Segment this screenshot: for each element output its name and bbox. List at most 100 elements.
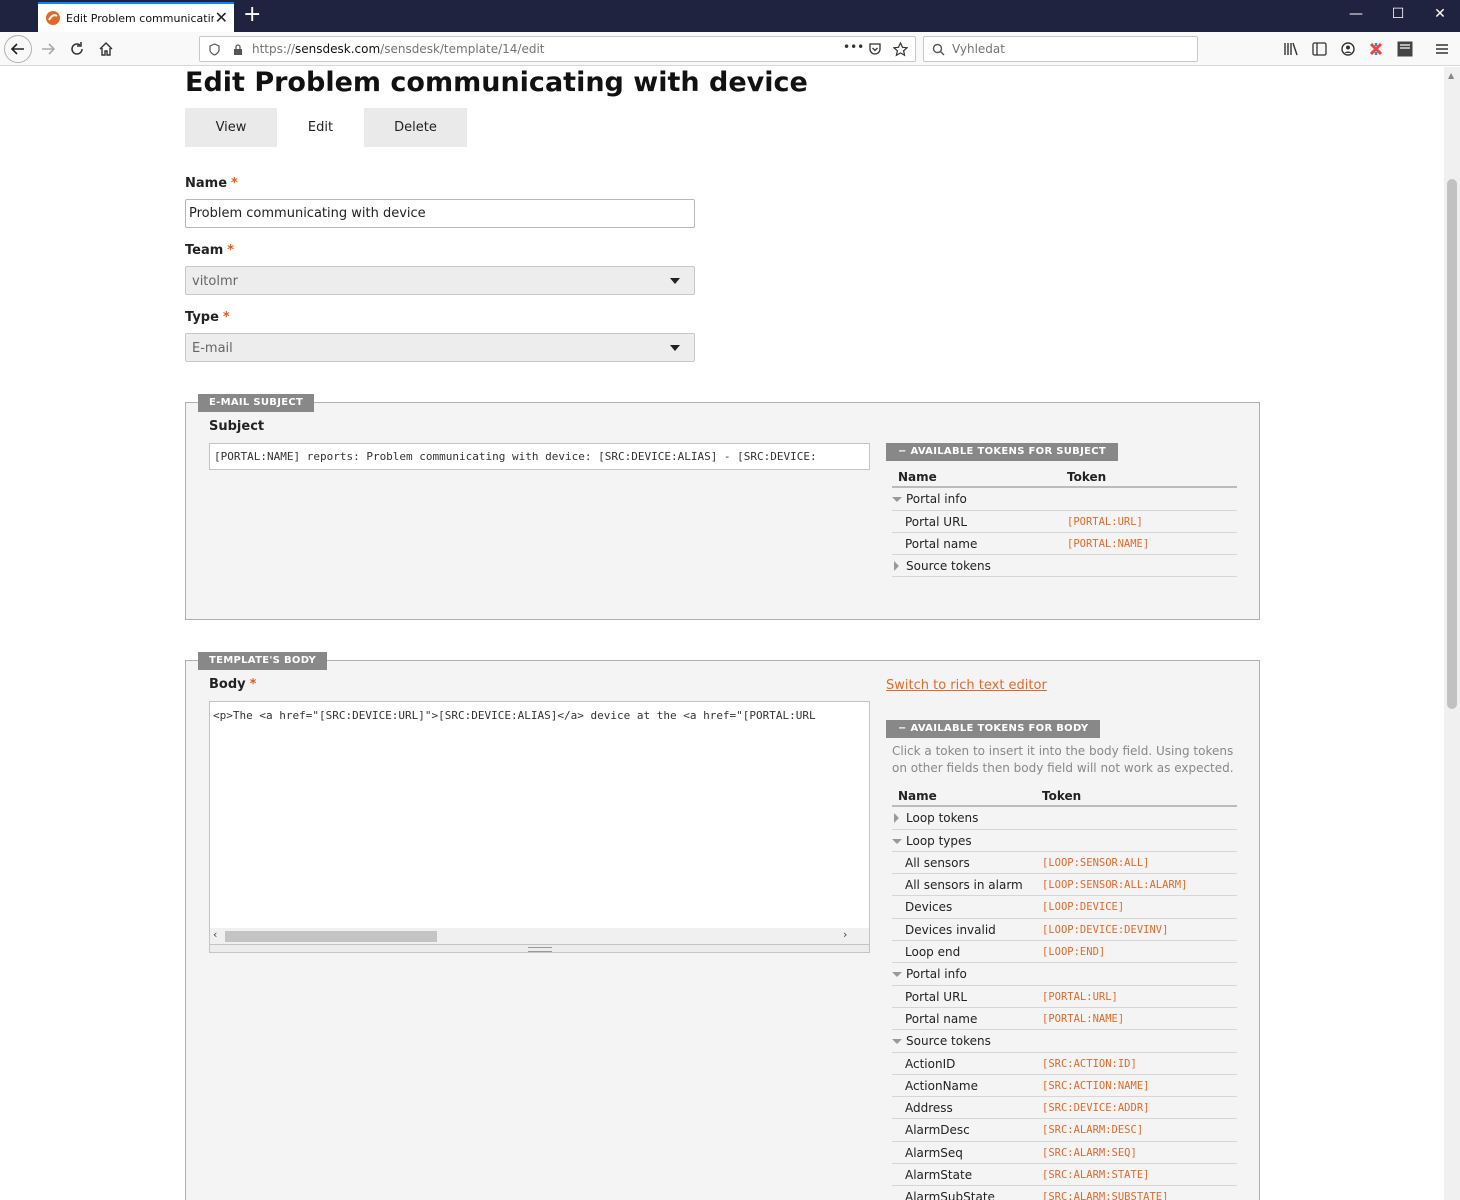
url-text[interactable]: https://sensdesk.com/sensdesk/template/1… bbox=[252, 42, 545, 56]
scrollbar-thumb[interactable] bbox=[225, 931, 437, 942]
window-maximize-button[interactable]: ☐ bbox=[1388, 6, 1408, 22]
page-scrollbar-thumb[interactable] bbox=[1447, 179, 1457, 709]
token-row[interactable]: Loop end [LOOP:END] bbox=[892, 941, 1237, 964]
token-value[interactable]: [SRC:ALARM:SEQ] bbox=[1042, 1147, 1137, 1159]
body-tokens-toggle[interactable]: − AVAILABLE TOKENS FOR BODY bbox=[886, 720, 1101, 738]
library-icon[interactable] bbox=[1283, 42, 1299, 56]
token-row[interactable]: AlarmDesc [SRC:ALARM:DESC] bbox=[892, 1119, 1237, 1142]
tab-close-icon[interactable]: ✕ bbox=[215, 9, 228, 27]
triangle-right-icon[interactable] bbox=[894, 561, 899, 572]
tab-delete[interactable]: Delete bbox=[364, 108, 467, 147]
shield-icon[interactable] bbox=[208, 43, 221, 56]
token-value[interactable]: [PORTAL:URL] bbox=[1067, 516, 1143, 528]
token-row[interactable]: AlarmState [SRC:ALARM:STATE] bbox=[892, 1164, 1237, 1187]
body-textarea[interactable]: <p>The <a href="[SRC:DEVICE:URL]">[SRC:D… bbox=[209, 701, 870, 945]
scroll-right-icon[interactable]: › bbox=[843, 928, 847, 941]
token-row[interactable]: Portal name [PORTAL:NAME] bbox=[892, 1008, 1237, 1031]
token-value[interactable]: [LOOP:DEVICE:DEVINV] bbox=[1042, 924, 1168, 936]
switch-rich-text-link[interactable]: Switch to rich text editor bbox=[886, 678, 1047, 693]
sidebar-icon[interactable] bbox=[1312, 42, 1327, 56]
tab-edit[interactable]: Edit bbox=[277, 108, 364, 147]
forward-button[interactable] bbox=[37, 38, 59, 60]
token-value[interactable]: [SRC:ALARM:SUBSTATE] bbox=[1042, 1191, 1168, 1200]
token-row[interactable]: Portal URL [PORTAL:URL] bbox=[892, 511, 1237, 533]
triangle-down-icon[interactable] bbox=[892, 497, 902, 503]
token-row[interactable]: ActionName [SRC:ACTION:NAME] bbox=[892, 1075, 1237, 1098]
name-label: Name * bbox=[185, 176, 238, 191]
body-tokens-help: Click a token to insert it into the body… bbox=[892, 744, 1234, 775]
search-bar[interactable]: Vyhledat bbox=[923, 36, 1198, 62]
token-name: ActionName bbox=[905, 1078, 978, 1093]
body-horizontal-scrollbar[interactable]: ‹ › bbox=[210, 928, 869, 944]
forward-icon bbox=[42, 43, 56, 55]
token-row[interactable]: ActionID [SRC:ACTION:ID] bbox=[892, 1053, 1237, 1075]
lock-icon[interactable] bbox=[232, 43, 244, 56]
token-row[interactable]: Address [SRC:DEVICE:ADDR] bbox=[892, 1097, 1237, 1120]
token-name: Source tokens bbox=[906, 1034, 991, 1049]
token-row[interactable]: AlarmSeq [SRC:ALARM:SEQ] bbox=[892, 1142, 1237, 1165]
window-close-button[interactable]: ✕ bbox=[1430, 6, 1450, 22]
type-select-value: E-mail bbox=[192, 341, 233, 356]
pocket-icon[interactable] bbox=[868, 42, 882, 56]
token-row[interactable]: Portal name [PORTAL:NAME] bbox=[892, 533, 1237, 556]
team-select-value: vitolmr bbox=[192, 274, 238, 289]
scroll-left-icon[interactable]: ‹ bbox=[213, 928, 217, 941]
token-value[interactable]: [SRC:ALARM:DESC] bbox=[1042, 1124, 1143, 1136]
token-value[interactable]: [LOOP:SENSOR:ALL] bbox=[1042, 857, 1149, 869]
triangle-down-icon[interactable] bbox=[892, 1039, 902, 1045]
scroll-up-icon[interactable]: ▲ bbox=[1448, 71, 1454, 80]
reload-button[interactable] bbox=[66, 38, 88, 60]
token-group-row[interactable]: Loop types bbox=[892, 830, 1237, 852]
triangle-down-icon[interactable] bbox=[892, 972, 902, 978]
token-value[interactable]: [LOOP:END] bbox=[1042, 946, 1105, 958]
token-name: Devices bbox=[905, 900, 953, 915]
token-name: Address bbox=[905, 1101, 953, 1116]
team-select[interactable]: vitolmr bbox=[185, 266, 695, 295]
body-textarea-content: <p>The <a href="[SRC:DEVICE:URL]">[SRC:D… bbox=[213, 709, 816, 722]
token-value[interactable]: [PORTAL:NAME] bbox=[1042, 1013, 1124, 1025]
token-value[interactable]: [LOOP:DEVICE] bbox=[1042, 901, 1124, 913]
back-button[interactable] bbox=[4, 35, 32, 63]
token-value[interactable]: [SRC:DEVICE:ADDR] bbox=[1042, 1102, 1149, 1114]
triangle-down-icon[interactable] bbox=[892, 838, 902, 844]
window-minimize-button[interactable]: — bbox=[1346, 6, 1366, 22]
body-tokens-table: Name Token Loop tokens Loop types All sens… bbox=[892, 785, 1237, 1200]
home-button[interactable] bbox=[95, 38, 117, 60]
token-group-row[interactable]: Portal info bbox=[892, 488, 1237, 511]
triangle-right-icon[interactable] bbox=[894, 813, 899, 824]
body-resize-grip[interactable] bbox=[209, 945, 870, 953]
type-select[interactable]: E-mail bbox=[185, 333, 695, 362]
token-row[interactable]: AlarmSubState [SRC:ALARM:SUBSTATE] bbox=[892, 1186, 1237, 1200]
token-row[interactable]: Portal URL [PORTAL:URL] bbox=[892, 986, 1237, 1008]
token-row[interactable]: All sensors [LOOP:SENSOR:ALL] bbox=[892, 852, 1237, 875]
tab-view[interactable]: View bbox=[185, 108, 277, 147]
token-value[interactable]: [SRC:ACTION:ID] bbox=[1042, 1058, 1137, 1070]
search-placeholder: Vyhledat bbox=[952, 42, 1005, 56]
menu-icon[interactable] bbox=[1435, 42, 1449, 56]
token-value[interactable]: [SRC:ACTION:NAME] bbox=[1042, 1080, 1149, 1092]
token-group-row[interactable]: Loop tokens bbox=[892, 807, 1237, 830]
selenium-extension-icon[interactable] bbox=[1397, 41, 1413, 57]
star-icon[interactable] bbox=[893, 42, 908, 57]
token-value[interactable]: [PORTAL:URL] bbox=[1042, 991, 1118, 1003]
page-vertical-scrollbar[interactable]: ▲ bbox=[1444, 67, 1460, 1200]
token-group-row[interactable]: Source tokens bbox=[892, 1030, 1237, 1053]
browser-tab-active[interactable]: Edit Problem communicating w ✕ bbox=[38, 2, 234, 32]
token-group-row[interactable]: Portal info bbox=[892, 963, 1237, 986]
page-actions-button[interactable]: ••• bbox=[843, 40, 864, 54]
token-row[interactable]: Devices [LOOP:DEVICE] bbox=[892, 896, 1237, 919]
extension-icon[interactable] bbox=[1369, 42, 1383, 56]
new-tab-button[interactable]: + bbox=[243, 3, 261, 27]
token-value[interactable]: [PORTAL:NAME] bbox=[1067, 538, 1149, 550]
name-input[interactable]: Problem communicating with device bbox=[185, 199, 695, 228]
reload-icon bbox=[71, 42, 83, 55]
token-value[interactable]: [LOOP:SENSOR:ALL:ALARM] bbox=[1042, 879, 1187, 891]
token-value[interactable]: [SRC:ALARM:STATE] bbox=[1042, 1169, 1149, 1181]
subject-input[interactable]: [PORTAL:NAME] reports: Problem communica… bbox=[209, 443, 870, 470]
subject-tokens-toggle[interactable]: − AVAILABLE TOKENS FOR SUBJECT bbox=[886, 443, 1118, 461]
token-group-row[interactable]: Source tokens bbox=[892, 555, 1237, 578]
url-bar[interactable]: https://sensdesk.com/sensdesk/template/1… bbox=[199, 36, 916, 62]
token-row[interactable]: All sensors in alarm [LOOP:SENSOR:ALL:ALA… bbox=[892, 874, 1237, 897]
token-row[interactable]: Devices invalid [LOOP:DEVICE:DEVINV] bbox=[892, 919, 1237, 942]
account-icon[interactable] bbox=[1341, 42, 1355, 56]
